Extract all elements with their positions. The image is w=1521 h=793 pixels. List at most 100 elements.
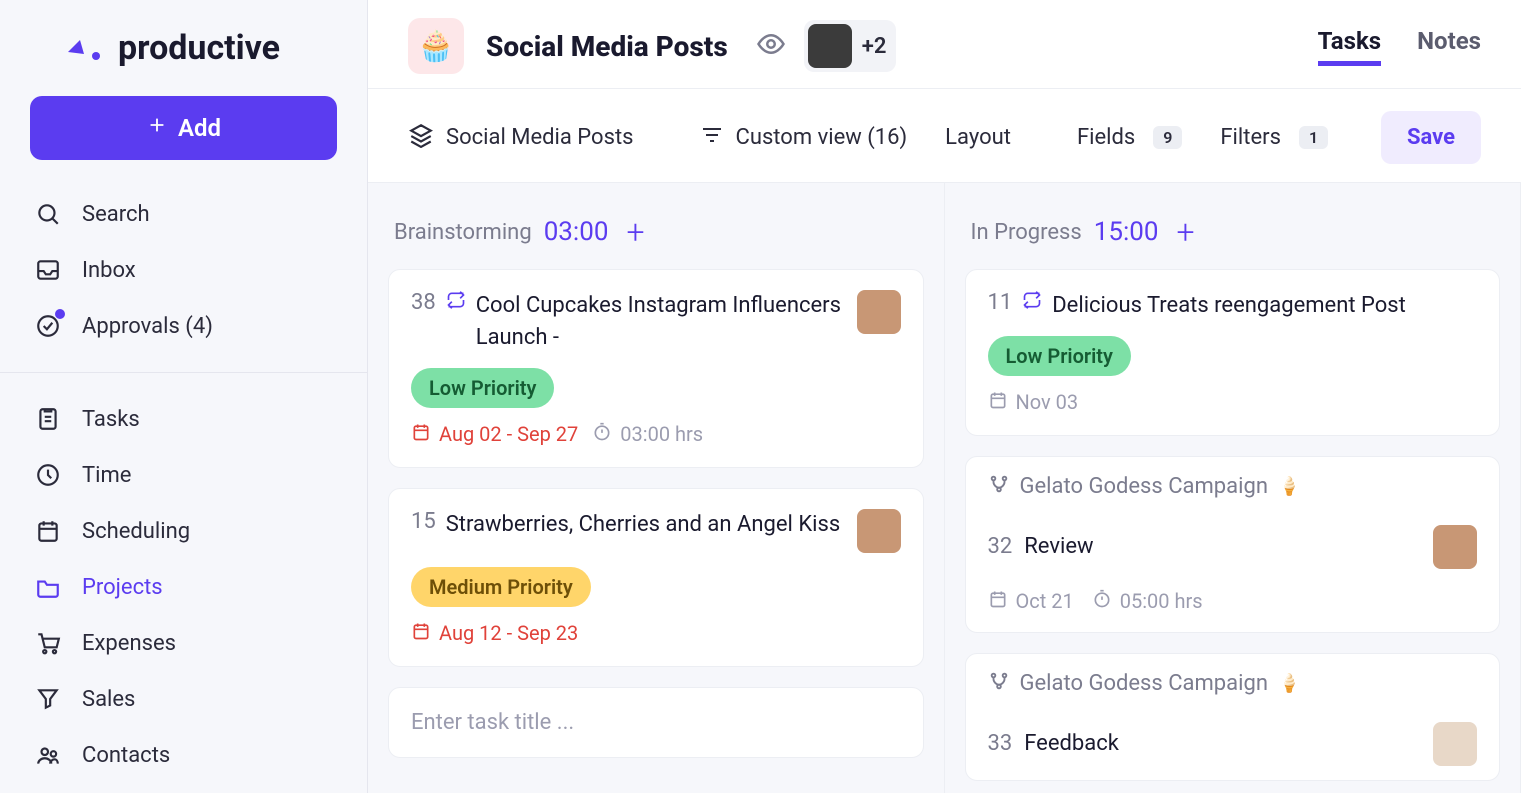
assignee-avatar	[857, 290, 901, 334]
new-task-input[interactable]: Enter task title ...	[388, 687, 924, 758]
view-label: Custom view (16)	[736, 125, 908, 150]
task-date: Nov 03	[988, 390, 1079, 415]
sidebar-item-scheduling[interactable]: Scheduling	[0, 503, 367, 559]
tasks-icon	[34, 405, 62, 433]
sidebar-item-label: Scheduling	[82, 519, 190, 544]
column-name: In Progress	[971, 220, 1082, 245]
task-date: Aug 02 - Sep 27	[411, 422, 578, 447]
sidebar-item-label: Inbox	[82, 258, 136, 283]
sidebar-item-label: Projects	[82, 575, 163, 600]
fields-label: Fields	[1077, 125, 1135, 150]
add-task-button[interactable]: +	[626, 213, 644, 251]
sidebar-item-label: Search	[82, 202, 150, 227]
search-icon	[34, 200, 62, 228]
layout-label: Layout	[945, 125, 1011, 150]
layout-selector[interactable]: Layout	[945, 125, 1039, 150]
board: Brainstorming 03:00 + 38 Cool Cupcakes I…	[368, 183, 1521, 793]
task-card[interactable]: 15 Strawberries, Cherries and an Angel K…	[388, 488, 924, 667]
nav-main-section: Tasks Time Scheduling Projects Expenses …	[0, 385, 367, 789]
sidebar-item-label: Tasks	[82, 407, 140, 432]
sidebar-item-label: Contacts	[82, 743, 170, 768]
fields-selector[interactable]: Fields 9	[1077, 125, 1182, 150]
column-time: 03:00	[544, 217, 609, 247]
assignee-avatar	[1433, 722, 1477, 766]
task-number: 38	[411, 290, 436, 315]
task-card[interactable]: 11 Delicious Treats reengagement Post Lo…	[965, 269, 1501, 436]
sidebar-item-expenses[interactable]: Expenses	[0, 615, 367, 671]
branch-icon	[988, 473, 1010, 501]
sidebar-item-search[interactable]: Search	[0, 186, 367, 242]
toolbar: Social Media Posts Custom view (16) Layo…	[368, 89, 1521, 183]
projects-icon	[34, 573, 62, 601]
task-hours: 03:00 hrs	[592, 422, 703, 447]
avatar	[808, 24, 852, 68]
logo-text: productive	[118, 28, 280, 68]
sidebar-item-sales[interactable]: Sales	[0, 671, 367, 727]
tab-notes[interactable]: Notes	[1417, 27, 1481, 66]
expenses-icon	[34, 629, 62, 657]
sidebar-item-tasks[interactable]: Tasks	[0, 391, 367, 447]
priority-badge: Low Priority	[411, 368, 554, 408]
sidebar-item-approvals[interactable]: Approvals (4)	[0, 298, 367, 354]
view-selector[interactable]: Custom view (16)	[700, 123, 908, 153]
calendar-icon	[411, 422, 431, 447]
column-header: In Progress 15:00 +	[965, 201, 1501, 269]
fields-count-badge: 9	[1153, 126, 1182, 149]
filter-lines-icon	[700, 123, 724, 153]
sidebar-item-contacts[interactable]: Contacts	[0, 727, 367, 783]
calendar-icon	[411, 621, 431, 646]
group-header: Gelato Godess Campaign 🍦	[966, 654, 1500, 708]
sidebar-item-inbox[interactable]: Inbox	[0, 242, 367, 298]
sales-icon	[34, 685, 62, 713]
nav-divider	[0, 372, 367, 373]
sidebar-item-time[interactable]: Time	[0, 447, 367, 503]
task-title: Feedback	[1024, 731, 1421, 756]
tab-tasks[interactable]: Tasks	[1318, 27, 1381, 66]
task-group[interactable]: Gelato Godess Campaign 🍦 33 Feedback	[965, 653, 1501, 781]
add-button-label: Add	[178, 114, 221, 142]
assignee-avatar	[1433, 525, 1477, 569]
column-name: Brainstorming	[394, 220, 532, 245]
task-hours: 05:00 hrs	[1092, 589, 1203, 614]
task-title: Review	[1024, 534, 1421, 559]
filters-selector[interactable]: Filters 1	[1220, 125, 1328, 150]
stopwatch-icon	[592, 422, 612, 447]
project-icon: 🧁	[408, 18, 464, 74]
scheduling-icon	[34, 517, 62, 545]
add-button[interactable]: Add	[30, 96, 337, 160]
sidebar: productive Add Search Inbox Approvals (4…	[0, 0, 368, 793]
sidebar-item-label: Approvals (4)	[82, 314, 213, 339]
task-number: 11	[988, 290, 1013, 315]
task-title: Strawberries, Cherries and an Angel Kiss	[446, 509, 847, 541]
task-card[interactable]: 38 Cool Cupcakes Instagram Influencers L…	[388, 269, 924, 468]
column-brainstorming: Brainstorming 03:00 + 38 Cool Cupcakes I…	[368, 183, 945, 793]
task-date: Oct 21	[988, 589, 1074, 614]
time-icon	[34, 461, 62, 489]
main: 🧁 Social Media Posts +2 Tasks Notes Soci…	[368, 0, 1521, 793]
contacts-icon	[34, 741, 62, 769]
chevron-down-icon	[1023, 125, 1039, 150]
layers-icon	[408, 122, 434, 154]
column-time: 15:00	[1094, 217, 1159, 247]
logo-mark-icon	[66, 33, 106, 63]
icecream-icon: 🍦	[1278, 476, 1300, 497]
sidebar-item-projects[interactable]: Projects	[0, 559, 367, 615]
column-in-progress: In Progress 15:00 + 11 Delicious Treats …	[945, 183, 1521, 793]
project-selector-label: Social Media Posts	[446, 125, 634, 150]
repeat-icon	[446, 290, 466, 314]
group-header: Gelato Godess Campaign 🍦	[966, 457, 1500, 511]
project-selector[interactable]: Social Media Posts	[408, 122, 662, 154]
task-group[interactable]: Gelato Godess Campaign 🍦 32 Review Oct 2…	[965, 456, 1501, 633]
task-number: 32	[988, 534, 1013, 559]
sidebar-item-label: Expenses	[82, 631, 176, 656]
visibility-icon[interactable]	[756, 29, 786, 63]
add-task-button[interactable]: +	[1177, 213, 1195, 251]
task-date: Aug 12 - Sep 23	[411, 621, 578, 646]
filters-count-badge: 1	[1299, 126, 1328, 149]
group-label: Gelato Godess Campaign	[1020, 474, 1268, 499]
member-avatars[interactable]: +2	[804, 20, 897, 72]
save-button[interactable]: Save	[1381, 111, 1481, 164]
assignee-avatar	[857, 509, 901, 553]
approvals-icon	[34, 312, 62, 340]
inbox-icon	[34, 256, 62, 284]
